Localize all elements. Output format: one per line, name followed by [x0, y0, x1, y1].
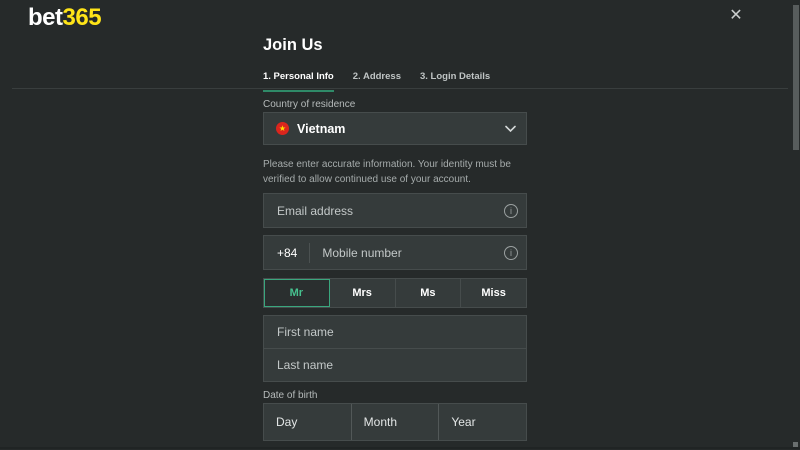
- tabs-divider: [12, 88, 788, 89]
- name-fields-group: [263, 315, 527, 382]
- bet365-logo[interactable]: bet365: [28, 4, 101, 32]
- first-name-field[interactable]: [264, 316, 526, 348]
- country-label: Country of residence: [263, 99, 355, 110]
- dial-code-prefix: +84: [264, 246, 309, 260]
- title-option-mrs[interactable]: Mrs: [330, 279, 396, 307]
- logo-bet-text: bet: [28, 4, 63, 31]
- email-input[interactable]: [264, 194, 526, 227]
- close-icon[interactable]: ✕: [727, 7, 745, 25]
- dob-year-select[interactable]: Year: [439, 404, 526, 440]
- dob-day-select[interactable]: Day: [264, 404, 352, 440]
- dob-fields-group: Day Month Year: [263, 403, 527, 441]
- email-field[interactable]: i: [263, 193, 527, 228]
- mobile-input[interactable]: [310, 236, 526, 269]
- country-select[interactable]: ★ Vietnam: [263, 112, 527, 145]
- vietnam-flag-icon: ★: [276, 122, 289, 135]
- mobile-info-icon[interactable]: i: [504, 246, 518, 260]
- country-value: Vietnam: [297, 122, 345, 136]
- last-name-input[interactable]: [264, 349, 526, 381]
- page-title: Join Us: [263, 36, 323, 55]
- identity-notice: Please enter accurate information. Your …: [263, 157, 531, 187]
- mobile-field[interactable]: +84 i: [263, 235, 527, 270]
- logo-365-text: 365: [63, 4, 102, 31]
- dob-month-select[interactable]: Month: [352, 404, 440, 440]
- last-name-field[interactable]: [264, 349, 526, 381]
- registration-page: bet365 ✕ Join Us 1. Personal Info 2. Add…: [0, 0, 800, 450]
- title-option-miss[interactable]: Miss: [461, 279, 526, 307]
- bottom-divider: [0, 447, 800, 449]
- chevron-down-icon: [505, 125, 516, 132]
- title-option-mr[interactable]: Mr: [264, 279, 330, 307]
- title-option-ms[interactable]: Ms: [396, 279, 462, 307]
- dob-label: Date of birth: [263, 390, 317, 401]
- scrollbar-track[interactable]: [792, 0, 800, 450]
- first-name-input[interactable]: [264, 316, 526, 348]
- title-segmented-control: Mr Mrs Ms Miss: [263, 278, 527, 308]
- scrollbar-thumb[interactable]: [793, 5, 799, 150]
- email-info-icon[interactable]: i: [504, 204, 518, 218]
